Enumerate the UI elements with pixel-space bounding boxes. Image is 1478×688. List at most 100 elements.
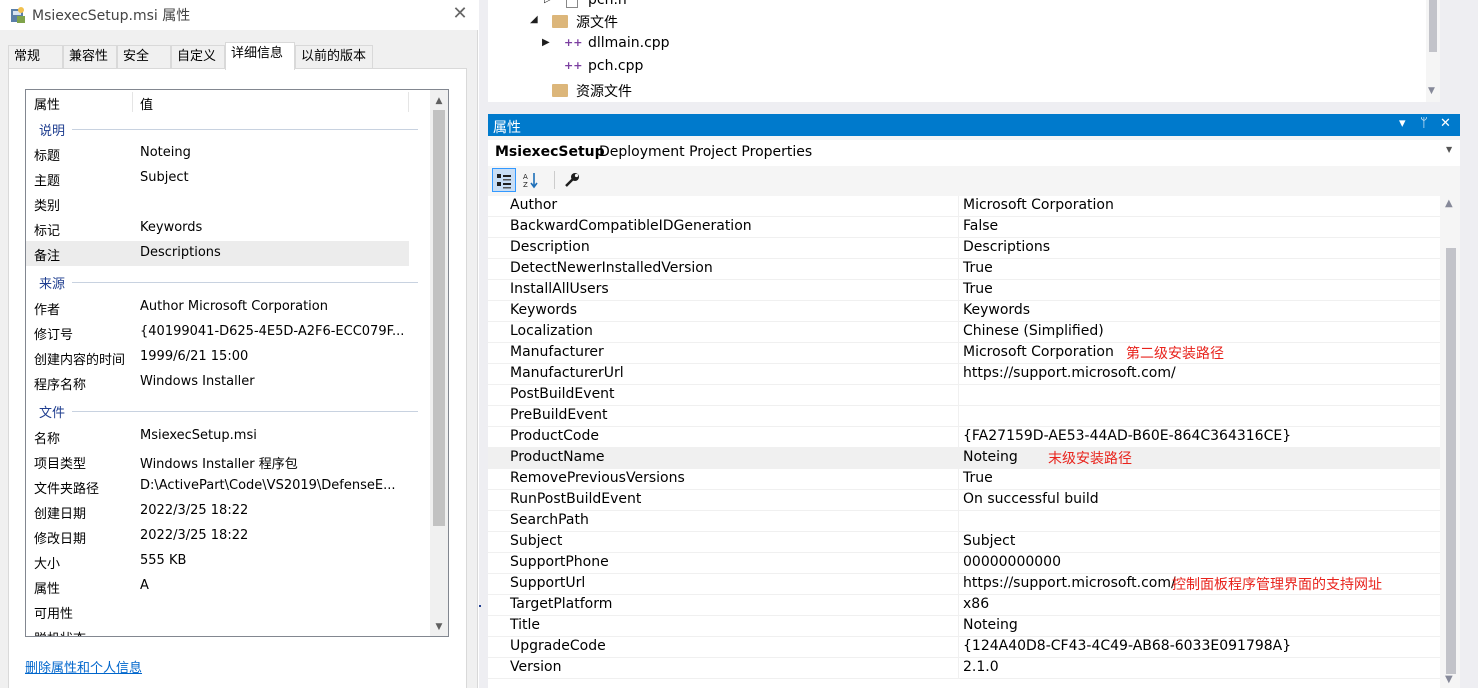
column-divider[interactable]: [958, 301, 959, 322]
chevron-down-icon[interactable]: ▼: [1446, 145, 1452, 154]
column-divider[interactable]: [958, 616, 959, 637]
property-value[interactable]: Keywords: [963, 302, 1030, 318]
column-divider[interactable]: [958, 364, 959, 385]
scroll-down-icon[interactable]: ▼: [430, 618, 448, 636]
column-divider[interactable]: [958, 637, 959, 658]
scroll-down-icon[interactable]: ▼: [1445, 674, 1453, 685]
solution-explorer-tree[interactable]: ▷ pch.h ◢ 源文件 ▶ ++ dllmain.cpp ++ pch.cp…: [488, 0, 1440, 102]
property-value[interactable]: {FA27159D-AE53-44AD-B60E-864C364316CE}: [963, 428, 1291, 444]
property-value[interactable]: Subject: [963, 533, 1015, 549]
property-value[interactable]: True: [963, 260, 993, 276]
list-item[interactable]: 作者 Author Microsoft Corporation: [26, 295, 409, 320]
list-item[interactable]: 大小 555 KB: [26, 549, 409, 574]
details-property-list[interactable]: 属性 值 说明 标题 Noteing 主题 Subject 类别 标记 Keyword…: [25, 89, 449, 637]
column-divider[interactable]: [958, 196, 959, 217]
list-item[interactable]: 修改日期 2022/3/25 18:22: [26, 524, 409, 549]
property-value[interactable]: https://support.microsoft.com/: [963, 365, 1176, 381]
tab-previous-versions[interactable]: 以前的版本: [295, 45, 373, 70]
tree-item-source-files[interactable]: ◢ 源文件: [530, 11, 730, 33]
grid-row-author[interactable]: Author Microsoft Corporation: [488, 196, 1440, 217]
grid-row-upgradecode[interactable]: UpgradeCode {124A40D8-CF43-4C49-AB68-6033…: [488, 637, 1440, 658]
property-grid[interactable]: Author Microsoft Corporation BackwardCompa…: [488, 196, 1440, 688]
grid-row-manufacturer[interactable]: Manufacturer Microsoft Corporation 第二级安装路径: [488, 343, 1440, 364]
grid-row-prebuildevent[interactable]: PreBuildEvent: [488, 406, 1440, 427]
tree-item-pch-cpp[interactable]: ++ pch.cpp: [540, 57, 740, 79]
list-item[interactable]: 创建内容的时间 1999/6/21 15:00: [26, 345, 409, 370]
column-divider[interactable]: [958, 490, 959, 511]
collapse-arrow-icon[interactable]: ◢: [530, 14, 538, 25]
list-item[interactable]: 脱机状态: [26, 624, 409, 636]
grid-row-searchpath[interactable]: SearchPath: [488, 511, 1440, 532]
column-divider[interactable]: [958, 469, 959, 490]
column-header-property[interactable]: 属性: [34, 94, 60, 113]
grid-row-subject[interactable]: Subject Subject: [488, 532, 1440, 553]
grid-row-runpostbuildevent[interactable]: RunPostBuildEvent On successful build: [488, 490, 1440, 511]
grid-row-supportphone[interactable]: SupportPhone 00000000000: [488, 553, 1440, 574]
property-value[interactable]: Noteing: [963, 449, 1018, 465]
list-item[interactable]: 标题 Noteing: [26, 141, 409, 166]
property-value[interactable]: True: [963, 470, 993, 486]
grid-row-removepreviousversions[interactable]: RemovePreviousVersions True: [488, 469, 1440, 490]
grid-row-productname[interactable]: ProductName Noteing 末级安装路径: [488, 448, 1440, 469]
column-divider[interactable]: [958, 238, 959, 259]
column-divider[interactable]: [958, 343, 959, 364]
column-divider[interactable]: [958, 259, 959, 280]
list-item[interactable]: 文件夹路径 D:\ActivePart\Code\VS2019\DefenseE.…: [26, 474, 409, 499]
list-item[interactable]: 主题 Subject: [26, 166, 409, 191]
tab-compatibility[interactable]: 兼容性: [63, 45, 117, 70]
grid-row-description[interactable]: Description Descriptions: [488, 238, 1440, 259]
list-item[interactable]: 标记 Keywords: [26, 216, 409, 241]
tab-security[interactable]: 安全: [117, 45, 171, 70]
list-item[interactable]: 属性 A: [26, 574, 409, 599]
categorized-icon[interactable]: [492, 168, 516, 192]
list-item-selected[interactable]: 备注 Descriptions: [26, 241, 409, 266]
column-divider[interactable]: [958, 406, 959, 427]
scrollbar-thumb[interactable]: [1429, 0, 1437, 52]
grid-row-localization[interactable]: Localization Chinese (Simplified): [488, 322, 1440, 343]
property-value[interactable]: Descriptions: [963, 239, 1050, 255]
grid-row-supporturl[interactable]: SupportUrl https://support.microsoft.com/…: [488, 574, 1440, 595]
property-value[interactable]: Microsoft Corporation: [963, 197, 1114, 213]
scroll-down-icon[interactable]: ▼: [1428, 86, 1435, 96]
scrollbar-thumb[interactable]: [1446, 248, 1456, 674]
list-scrollbar[interactable]: ▲ ▼: [430, 90, 448, 636]
tree-item-dllmain-cpp[interactable]: ▶ ++ dllmain.cpp: [540, 34, 740, 56]
grid-row-manufacturerurl[interactable]: ManufacturerUrl https://support.microsoft…: [488, 364, 1440, 385]
column-header-value[interactable]: 值: [140, 94, 153, 113]
list-item[interactable]: 类别: [26, 191, 409, 216]
column-divider[interactable]: [958, 658, 959, 679]
property-value[interactable]: Noteing: [963, 617, 1018, 633]
expand-arrow-icon[interactable]: ▶: [542, 37, 550, 48]
tree-scrollbar[interactable]: ▼: [1426, 0, 1440, 102]
grid-row-targetplatform[interactable]: TargetPlatform x86: [488, 595, 1440, 616]
expand-arrow-icon[interactable]: ▷: [544, 0, 552, 5]
pin-icon[interactable]: ᛘ: [1420, 116, 1428, 131]
list-item[interactable]: 创建日期 2022/3/25 18:22: [26, 499, 409, 524]
list-item[interactable]: 项目类型 Windows Installer 程序包: [26, 449, 409, 474]
property-pages-icon[interactable]: [560, 168, 584, 192]
column-divider[interactable]: [958, 595, 959, 616]
property-value[interactable]: Microsoft Corporation: [963, 344, 1114, 360]
close-icon[interactable]: ✕: [449, 3, 471, 25]
column-divider[interactable]: [958, 532, 959, 553]
property-value[interactable]: {124A40D8-CF43-4C49-AB68-6033E091798A}: [963, 638, 1291, 654]
column-divider[interactable]: [958, 574, 959, 595]
property-value[interactable]: Chinese (Simplified): [963, 323, 1104, 339]
alphabetical-icon[interactable]: AZ: [519, 168, 543, 192]
column-divider[interactable]: [132, 92, 133, 112]
property-value[interactable]: False: [963, 218, 998, 234]
property-value[interactable]: 2.1.0: [963, 659, 999, 675]
close-icon[interactable]: ✕: [1440, 116, 1451, 131]
grid-row-keywords[interactable]: Keywords Keywords: [488, 301, 1440, 322]
grid-row-title[interactable]: Title Noteing: [488, 616, 1440, 637]
property-value[interactable]: True: [963, 281, 993, 297]
grid-row-installallusers[interactable]: InstallAllUsers True: [488, 280, 1440, 301]
list-item[interactable]: 名称 MsiexecSetup.msi: [26, 424, 409, 449]
object-selector[interactable]: MsiexecSetup Deployment Project Properti…: [488, 140, 1460, 166]
column-divider[interactable]: [958, 217, 959, 238]
grid-row-version[interactable]: Version 2.1.0: [488, 658, 1440, 679]
property-value[interactable]: https://support.microsoft.com/: [963, 575, 1176, 591]
window-menu-icon[interactable]: ▾: [1399, 116, 1406, 131]
column-divider[interactable]: [958, 280, 959, 301]
column-divider[interactable]: [958, 448, 959, 469]
